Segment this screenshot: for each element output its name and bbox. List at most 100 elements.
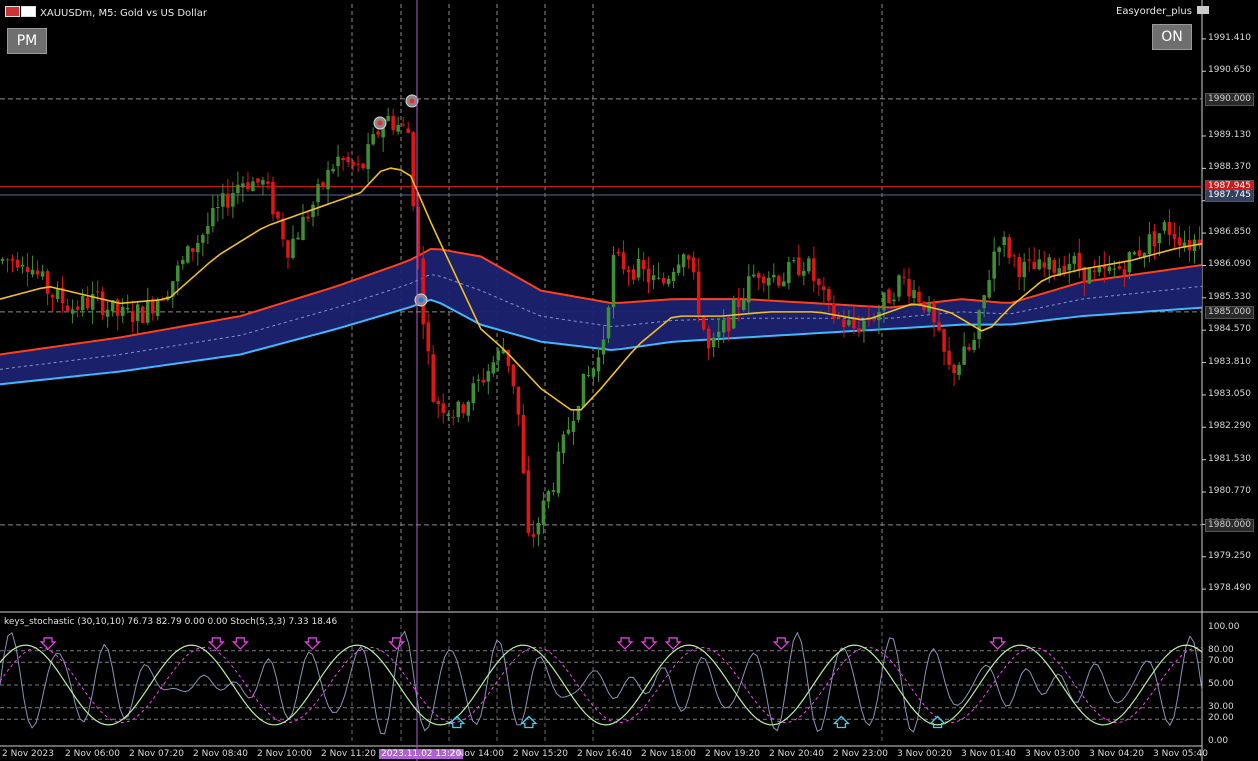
flag-icon <box>5 6 20 17</box>
candle-body <box>306 216 310 219</box>
candle-body <box>892 299 896 302</box>
candle-body <box>546 491 551 502</box>
candle-body <box>65 305 70 311</box>
time-tick-label: 3 Nov 01:40 <box>961 749 1016 759</box>
candle-body <box>1147 234 1152 255</box>
time-tick-label: 2 Nov 18:00 <box>641 749 696 759</box>
candle-body <box>681 254 686 268</box>
candle-body <box>1092 270 1097 272</box>
candle-body <box>95 291 100 293</box>
candle-body <box>296 237 300 240</box>
price-tick-label: 1978.490 <box>1208 583 1251 594</box>
candle-body <box>902 276 906 278</box>
candle-body <box>451 416 456 418</box>
candle-body <box>917 291 921 303</box>
trade-marker-dot-0 <box>377 120 383 126</box>
on-button[interactable]: ON <box>1152 24 1192 50</box>
candle-body <box>621 252 626 270</box>
candle-body <box>897 275 901 297</box>
candle-body <box>726 316 731 332</box>
candle-body <box>256 178 260 183</box>
candle-body <box>1117 266 1122 269</box>
candle-body <box>491 362 496 374</box>
candle-body <box>0 258 5 261</box>
keltner-band <box>0 249 1202 385</box>
time-tick-label: 2 Nov 19:20 <box>705 749 760 759</box>
candle-body <box>551 490 556 492</box>
chart-window[interactable]: XAUUSDm, M5: Gold vs US Dollar Easyorder… <box>0 0 1258 761</box>
time-tick-label: 3 Nov 03:00 <box>1025 749 1080 759</box>
candle-body <box>5 259 10 261</box>
candle-body <box>30 269 35 275</box>
trade-marker-dot-1 <box>409 98 415 104</box>
price-tick-label: 1982.290 <box>1208 421 1251 432</box>
candle-body <box>656 277 661 279</box>
candle-body <box>191 248 195 252</box>
graduation-cap-icon <box>1197 6 1210 14</box>
candle-body <box>135 304 140 321</box>
candle-body <box>606 307 611 339</box>
time-tick-label: 2 Nov 2023 <box>2 749 54 759</box>
candle-body <box>276 211 280 219</box>
candle-body <box>1167 222 1172 235</box>
candle-body <box>426 322 430 352</box>
candle-body <box>792 260 796 262</box>
price-tick-label: 1986.850 <box>1208 227 1251 238</box>
down-arrow-icon-3 <box>303 637 322 650</box>
candle-body <box>1042 262 1046 268</box>
price-tick-label: 1990.650 <box>1208 65 1251 76</box>
candle-body <box>822 286 826 291</box>
stochastic-main-line <box>0 644 1203 726</box>
candle-body <box>812 258 816 281</box>
candle-body <box>541 500 546 525</box>
oscillator-tick-label: 80.00 <box>1208 644 1234 655</box>
candle-body <box>100 291 105 315</box>
candle-body <box>772 274 776 278</box>
candle-body <box>937 322 941 331</box>
candle-body <box>386 115 390 121</box>
candle-body <box>601 339 606 355</box>
time-tick-label: 2 Nov 07:20 <box>129 749 184 759</box>
candle-body <box>711 337 716 348</box>
price-tick-label: 1984.570 <box>1208 324 1251 335</box>
candle-body <box>511 364 516 387</box>
candle-body <box>581 373 586 408</box>
candle-body <box>696 271 701 315</box>
candle-body <box>20 264 25 267</box>
candle-body <box>85 297 90 309</box>
time-tick-label: 2 Nov 11:20 <box>321 749 376 759</box>
candle-body <box>316 184 320 203</box>
candle-body <box>797 257 801 276</box>
trade-marker-dot-2 <box>418 297 424 303</box>
time-tick-label: 2 Nov 06:00 <box>65 749 120 759</box>
candle-body <box>932 302 936 323</box>
candle-body <box>566 429 571 434</box>
time-tick-label: 3 Nov 05:40 <box>1153 749 1208 759</box>
candle-body <box>321 182 325 187</box>
candle-body <box>987 280 991 298</box>
candle-body <box>466 401 471 416</box>
time-tick-label: 2 Nov 20:40 <box>769 749 824 759</box>
candle-body <box>341 157 345 161</box>
candle-body <box>196 243 200 253</box>
candle-body <box>616 251 621 254</box>
price-chart-canvas[interactable] <box>0 0 1258 761</box>
candle-body <box>716 331 721 338</box>
candle-body <box>596 357 601 372</box>
candle-body <box>431 354 435 402</box>
pm-button[interactable]: PM <box>7 28 47 54</box>
candle-body <box>752 274 756 277</box>
candle-body <box>351 161 355 166</box>
candle-body <box>356 163 360 165</box>
candle-body <box>586 375 591 377</box>
candle-body <box>972 339 976 350</box>
candle-body <box>1162 222 1167 231</box>
expert-label[interactable]: Easyorder_plus <box>1116 6 1210 17</box>
candle-body <box>611 254 616 308</box>
candle-body <box>361 163 365 169</box>
candle-body <box>741 299 746 310</box>
candle-body <box>406 128 410 133</box>
candle-body <box>496 350 501 361</box>
candle-body <box>626 269 631 273</box>
candle-body <box>391 116 395 131</box>
